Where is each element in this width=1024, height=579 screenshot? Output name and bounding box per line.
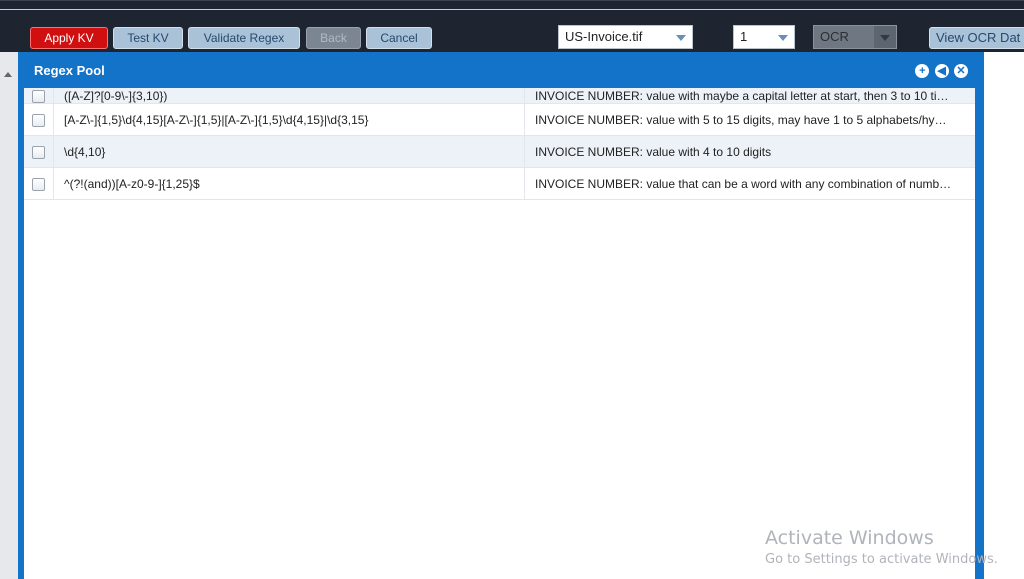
toolbar-divider (0, 9, 1024, 10)
regex-description: INVOICE NUMBER: value with 5 to 15 digit… (524, 103, 975, 136)
back-button[interactable]: Back (306, 27, 361, 49)
regex-description: INVOICE NUMBER: value with maybe a capit… (524, 88, 975, 104)
regex-pool-dialog: Regex Pool + ◀ ✕ ([A-Z]?[0-9\-]{3,10}) I… (18, 52, 984, 579)
page-select-value: 1 (740, 29, 748, 44)
table-row[interactable]: \d{4,10} INVOICE NUMBER: value with 4 to… (24, 135, 975, 168)
back-icon[interactable]: ◀ (934, 64, 949, 78)
view-ocr-data-button[interactable]: View OCR Dat (929, 27, 1024, 49)
regex-pattern: \d{4,10} (53, 135, 525, 168)
table-row[interactable]: ^(?!(and))[A-z0-9-]{1,25}$ INVOICE NUMBE… (24, 167, 975, 200)
regex-list-panel: ([A-Z]?[0-9\-]{3,10}) INVOICE NUMBER: va… (24, 88, 975, 579)
table-row[interactable]: ([A-Z]?[0-9\-]{3,10}) INVOICE NUMBER: va… (24, 88, 975, 104)
dialog-title: Regex Pool (34, 63, 105, 78)
regex-table: ([A-Z]?[0-9\-]{3,10}) INVOICE NUMBER: va… (24, 88, 975, 200)
chevron-down-icon (880, 35, 890, 41)
regex-pattern: ([A-Z]?[0-9\-]{3,10}) (53, 88, 525, 104)
row-checkbox[interactable] (32, 90, 45, 103)
row-checkbox[interactable] (32, 145, 45, 159)
row-checkbox[interactable] (32, 177, 45, 191)
regex-description: INVOICE NUMBER: value that can be a word… (524, 167, 975, 200)
activate-windows-subtitle: Go to Settings to activate Windows. (765, 552, 998, 567)
dialog-title-icons: + ◀ ✕ (913, 64, 968, 78)
add-icon[interactable]: + (915, 64, 930, 78)
mode-select[interactable]: OCR (813, 25, 897, 49)
activate-windows-title: Activate Windows (765, 527, 934, 549)
page-select[interactable]: 1 (733, 25, 795, 49)
row-checkbox[interactable] (32, 113, 45, 127)
regex-pattern: [A-Z\-]{1,5}\d{4,15}[A-Z\-]{1,5}|[A-Z\-]… (53, 103, 525, 136)
right-background (984, 52, 1024, 579)
chevron-down-icon (676, 35, 686, 41)
regex-pattern: ^(?!(and))[A-z0-9-]{1,25}$ (53, 167, 525, 200)
table-row[interactable]: [A-Z\-]{1,5}\d{4,15}[A-Z\-]{1,5}|[A-Z\-]… (24, 103, 975, 136)
regex-description: INVOICE NUMBER: value with 4 to 10 digit… (524, 135, 975, 168)
close-icon[interactable]: ✕ (954, 64, 968, 78)
top-toolbar: Apply KV Test KV Validate Regex Back Can… (0, 0, 1024, 53)
apply-kv-button[interactable]: Apply KV (30, 27, 108, 49)
cancel-button[interactable]: Cancel (366, 27, 432, 49)
left-scroll-gutter (0, 52, 18, 579)
mode-select-value: OCR (820, 29, 849, 44)
file-select[interactable]: US-Invoice.tif (558, 25, 693, 49)
scroll-up-arrow-icon[interactable] (4, 72, 12, 77)
test-kv-button[interactable]: Test KV (113, 27, 183, 49)
validate-regex-button[interactable]: Validate Regex (188, 27, 300, 49)
file-select-value: US-Invoice.tif (565, 29, 643, 44)
chevron-down-icon (778, 35, 788, 41)
